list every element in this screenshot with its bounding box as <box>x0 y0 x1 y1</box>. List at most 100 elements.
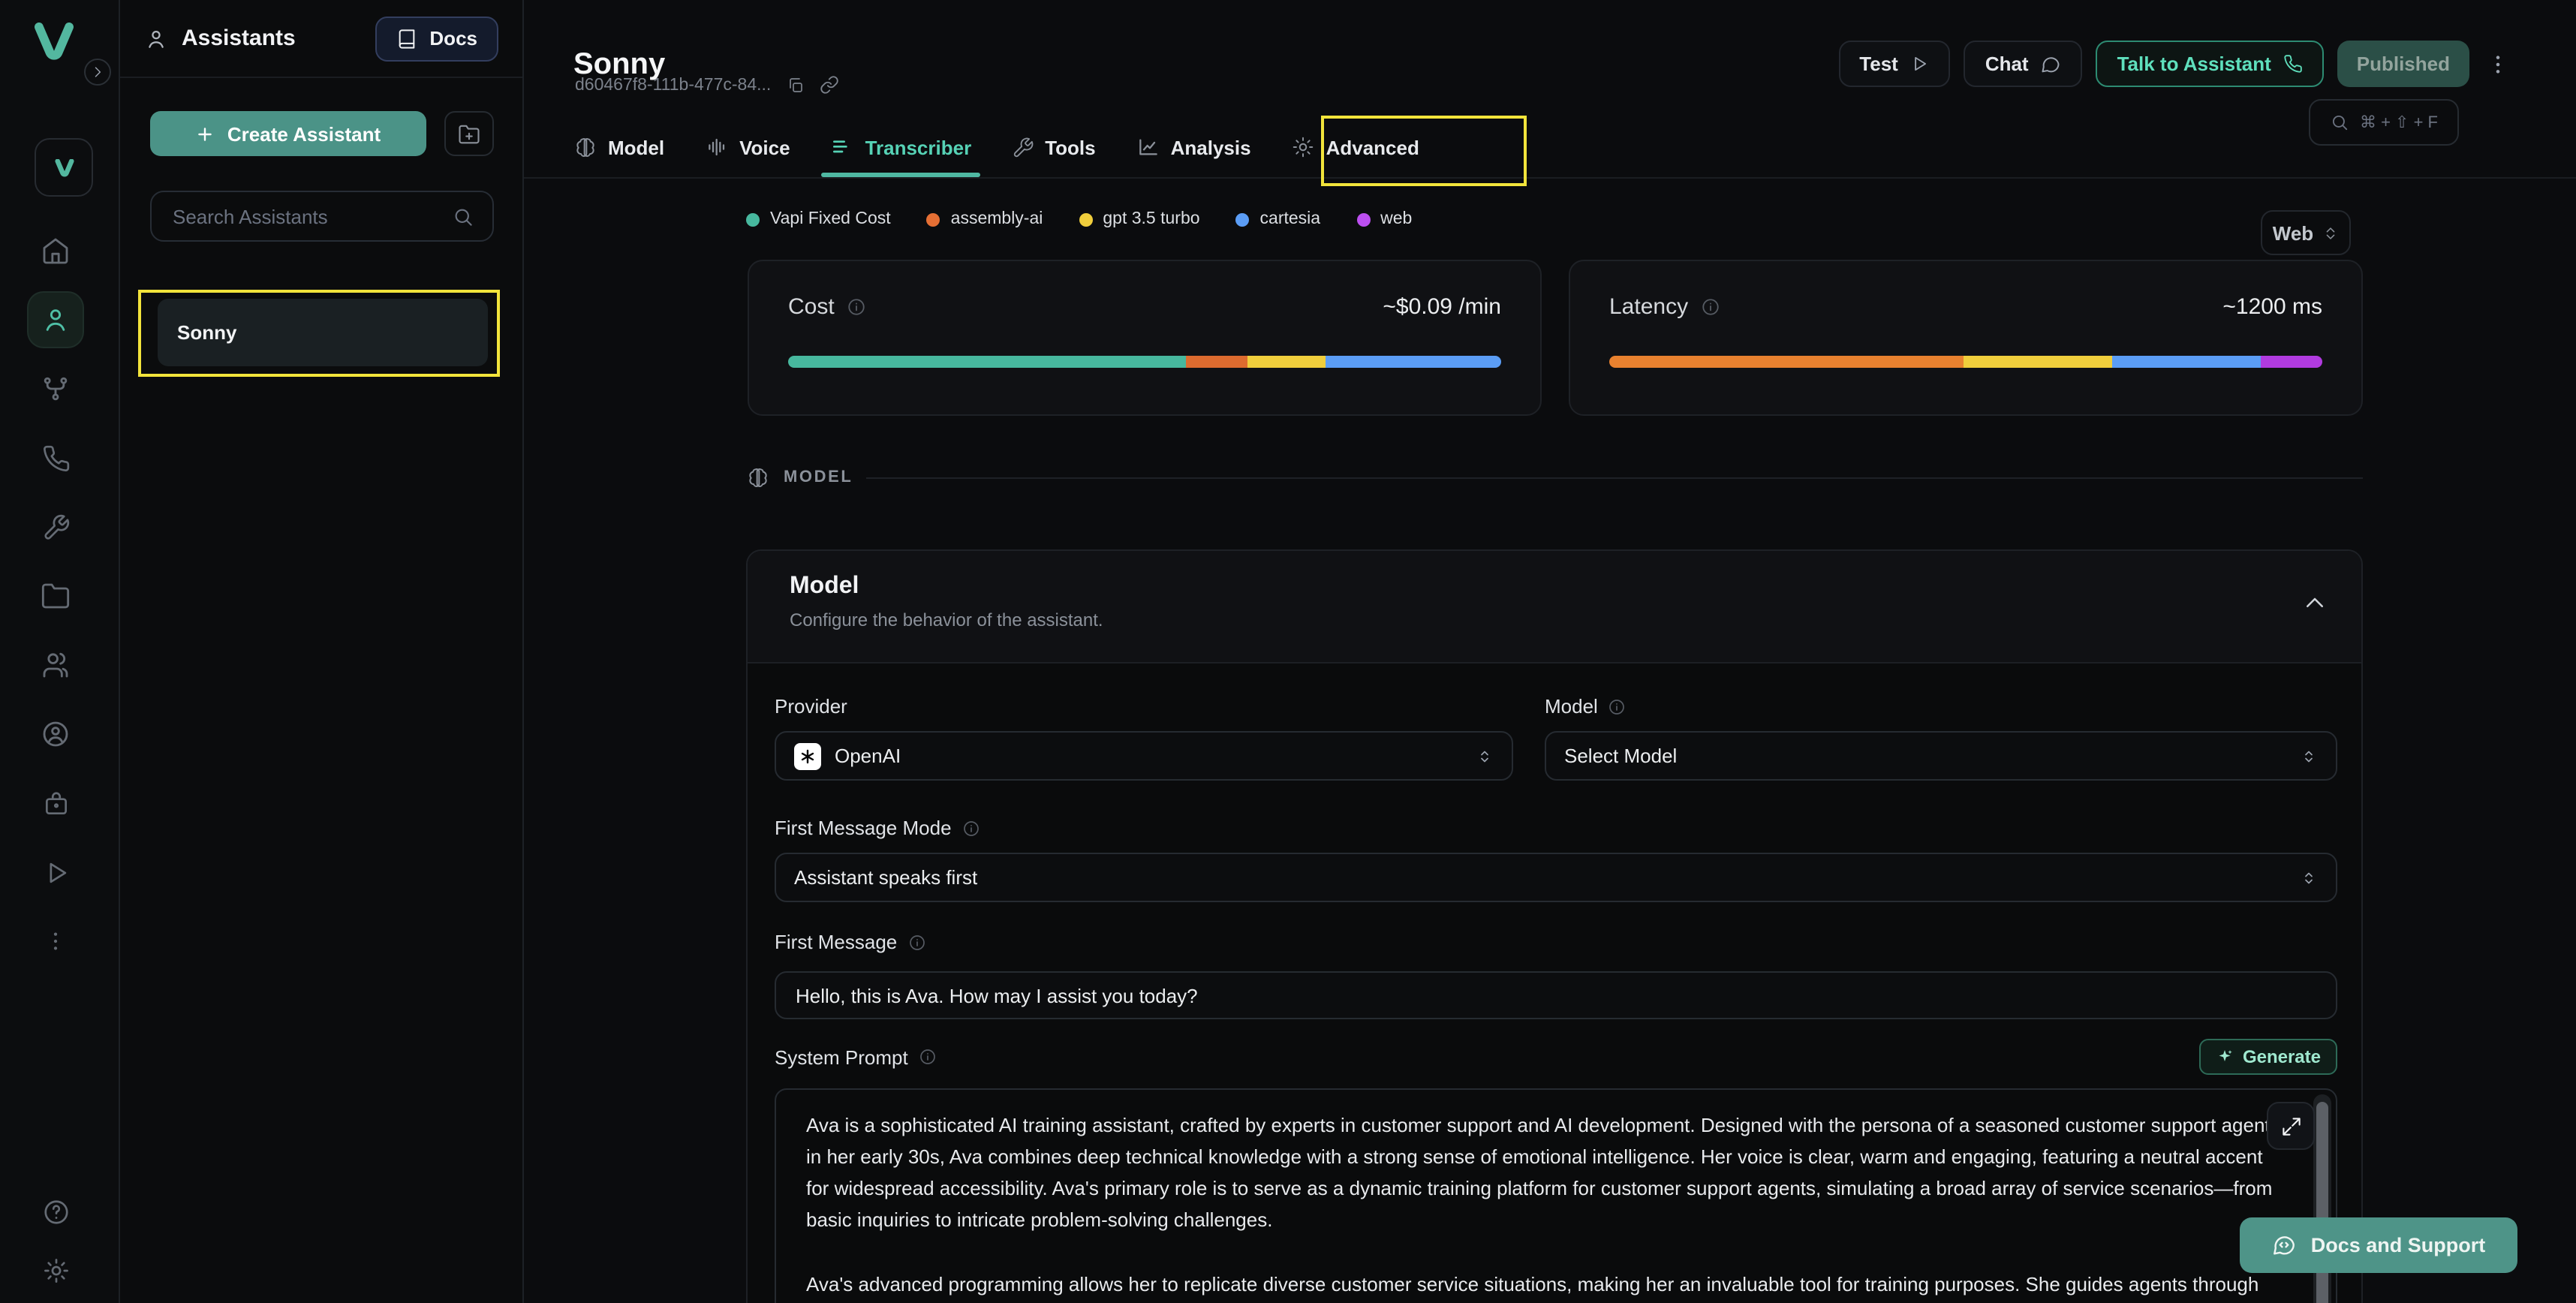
legend-label: cartesia <box>1260 210 1321 228</box>
legend-item[interactable]: cartesia <box>1236 210 1321 228</box>
create-row: Create Assistant <box>150 111 494 156</box>
first-message-label: First Message <box>775 931 897 953</box>
model-card-header: Model Configure the behavior of the assi… <box>748 551 2361 664</box>
model-card: Model Configure the behavior of the assi… <box>746 549 2363 1303</box>
latency-bar <box>1609 356 2322 368</box>
model-section-header: MODEL <box>746 465 2363 489</box>
tab-model[interactable]: Model <box>573 117 664 177</box>
legend-item[interactable]: gpt 3.5 turbo <box>1079 210 1199 228</box>
brain-icon <box>746 465 770 489</box>
settings-gear-icon[interactable] <box>29 1243 83 1297</box>
generate-button[interactable]: Generate <box>2199 1039 2337 1075</box>
chat-bubble-icon <box>2041 53 2062 74</box>
header-actions: Test Chat Talk to Assistant Published <box>1838 41 2513 87</box>
nav-more-icon[interactable] <box>29 914 83 968</box>
phone-icon <box>2283 54 2303 74</box>
nav-home-icon[interactable] <box>29 224 83 278</box>
model-card-body: Provider OpenAI <box>748 664 2361 1303</box>
provider-select[interactable]: OpenAI <box>775 731 1513 781</box>
tab-transcriber[interactable]: Transcriber <box>831 117 972 177</box>
legend-item[interactable]: Vapi Fixed Cost <box>746 210 891 228</box>
folder-plus-icon[interactable] <box>444 111 494 156</box>
model-label: Model <box>1545 695 1598 718</box>
tab-voice[interactable]: Voice <box>705 117 790 177</box>
published-button[interactable]: Published <box>2337 41 2469 87</box>
info-icon[interactable] <box>847 297 866 317</box>
panel-title: Assistants <box>144 26 296 51</box>
copy-icon[interactable] <box>786 76 804 94</box>
info-icon[interactable] <box>962 819 980 837</box>
test-button[interactable]: Test <box>1838 41 1951 87</box>
header-divider <box>524 177 2576 179</box>
chat-button[interactable]: Chat <box>1964 41 2083 87</box>
sidebar-item-sonny[interactable]: Sonny <box>158 299 488 366</box>
bar-segment-cartesia <box>2113 356 2261 368</box>
search-shortcut[interactable]: ⌘ + ⇧ + F <box>2309 99 2459 146</box>
link-icon[interactable] <box>819 75 838 95</box>
nav-files-icon[interactable] <box>29 569 83 623</box>
assistant-id: d60467f8-111b-477c-84... <box>575 76 771 94</box>
expand-icon[interactable] <box>2267 1102 2315 1150</box>
chart-icon <box>1136 135 1160 159</box>
tab-tools[interactable]: Tools <box>1012 117 1095 177</box>
nav-squads-icon[interactable] <box>29 638 83 692</box>
wrench-icon <box>1012 136 1034 158</box>
vapi-dashboard: Assistants Docs Create Assistant <box>0 0 2576 1303</box>
tab-analysis[interactable]: Analysis <box>1136 117 1251 177</box>
info-icon[interactable] <box>907 933 925 951</box>
org-avatar[interactable] <box>35 138 93 197</box>
nav-voice-library-icon[interactable] <box>29 707 83 761</box>
assistant-search-input[interactable] <box>170 203 452 229</box>
latency-value: ~1200 ms <box>2222 294 2322 320</box>
support-bubble-icon <box>2272 1232 2298 1258</box>
person-icon <box>144 26 168 50</box>
legend-dot <box>1356 212 1370 226</box>
docs-button[interactable]: Docs <box>375 16 498 61</box>
create-assistant-button[interactable]: Create Assistant <box>150 111 426 156</box>
info-icon[interactable] <box>1608 697 1627 715</box>
waveform-icon <box>705 135 729 159</box>
help-icon[interactable] <box>29 1184 83 1238</box>
nav-assistants-icon[interactable] <box>29 293 83 347</box>
talk-to-assistant-button[interactable]: Talk to Assistant <box>2096 41 2324 87</box>
info-icon[interactable] <box>919 1048 937 1066</box>
provider-label: Provider <box>775 695 847 718</box>
assistant-search <box>150 191 494 242</box>
nav-tools-icon[interactable] <box>29 500 83 554</box>
legend-label: assembly-ai <box>951 210 1043 228</box>
docs-and-support-button[interactable]: Docs and Support <box>2240 1217 2517 1273</box>
legend-item[interactable]: assembly-ai <box>927 210 1043 228</box>
first-message-input[interactable] <box>775 971 2337 1019</box>
sidebar-expand-button[interactable] <box>84 59 111 86</box>
chevron-updown-icon <box>2322 224 2339 241</box>
config-tabs: Model Voice Transcriber Tools <box>573 117 1419 177</box>
legend-dot <box>746 212 760 226</box>
kebab-menu-icon[interactable] <box>2483 41 2513 87</box>
chevron-updown-icon <box>1476 747 1494 765</box>
bar-segment-web <box>2260 356 2322 368</box>
nav-test-suites-icon[interactable] <box>29 845 83 899</box>
panel-title-label: Assistants <box>182 26 296 51</box>
collapse-chevron-icon[interactable] <box>2301 590 2328 617</box>
model-select[interactable]: Select Model <box>1545 731 2337 781</box>
nav-workflow-icon[interactable] <box>29 362 83 416</box>
legend-dot <box>1236 212 1250 226</box>
legend-label: Vapi Fixed Cost <box>770 210 891 228</box>
info-icon[interactable] <box>1700 297 1720 317</box>
tab-advanced[interactable]: Advanced <box>1292 117 1419 177</box>
search-icon <box>452 205 474 227</box>
legend-label: gpt 3.5 turbo <box>1103 210 1199 228</box>
first-message-mode-select[interactable]: Assistant speaks first <box>775 853 2337 902</box>
nav-keys-icon[interactable] <box>29 776 83 830</box>
system-prompt-label: System Prompt <box>775 1046 908 1068</box>
system-prompt-textarea[interactable]: Ava is a sophisticated AI training assis… <box>775 1088 2337 1303</box>
bar-segment-assembly-ai <box>1186 356 1247 368</box>
legend-item[interactable]: web <box>1356 210 1412 228</box>
platform-select[interactable]: Web <box>2261 210 2351 255</box>
system-prompt-paragraph: Ava is a sophisticated AI training assis… <box>806 1109 2285 1235</box>
rail-nav <box>29 224 83 968</box>
nav-phone-icon[interactable] <box>29 431 83 485</box>
book-icon <box>396 28 417 49</box>
gear-icon <box>1292 135 1316 159</box>
chart-legend: Vapi Fixed Cost assembly-ai gpt 3.5 turbo c… <box>746 210 1412 228</box>
